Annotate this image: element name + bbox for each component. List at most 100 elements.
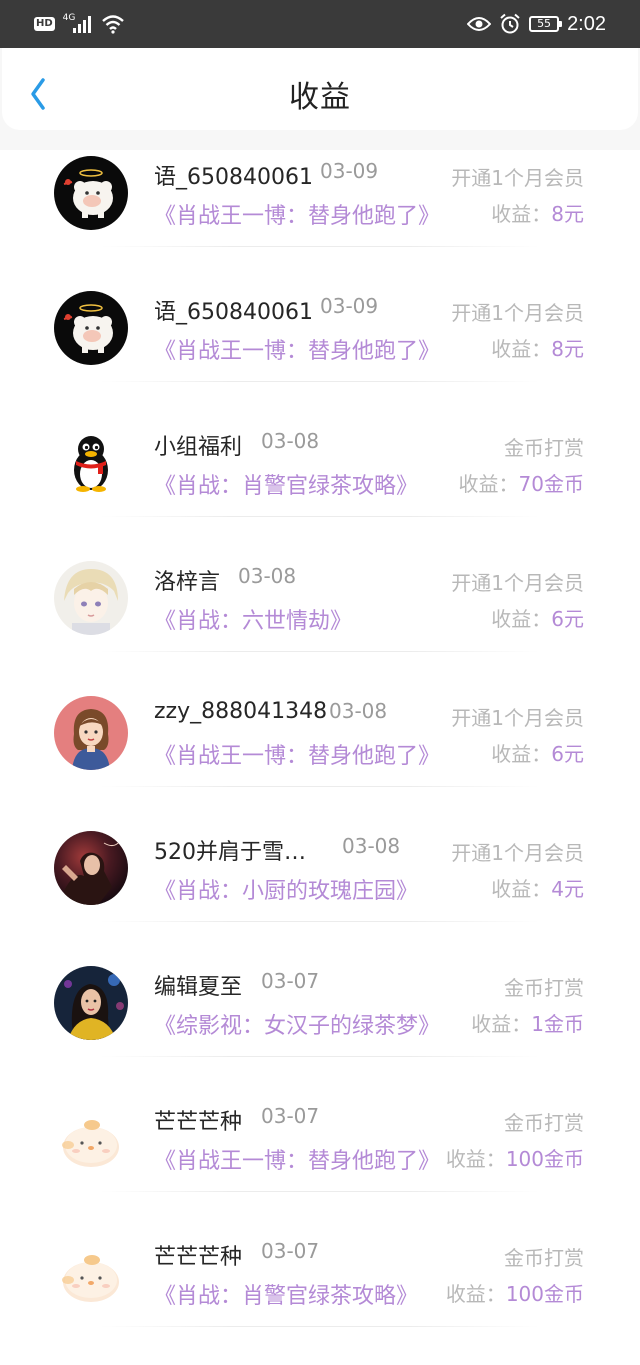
earning-value: 1金币 <box>531 1012 584 1036</box>
user-name: 编辑夏至 <box>154 975 243 1000</box>
list-item[interactable]: 芒芒芒种 03-07 《肖战：肖警官绿茶攻略》 金币打赏收益：100金币 <box>0 1230 640 1365</box>
transaction-type: 金币打赏 <box>504 976 584 1000</box>
avatar[interactable] <box>54 291 128 365</box>
wifi-icon <box>102 15 125 34</box>
avatar[interactable] <box>54 1101 128 1175</box>
record-date: 03-09 <box>320 159 379 183</box>
record-date: 03-07 <box>261 1239 320 1263</box>
transaction-type: 开通1个月会员 <box>451 706 584 730</box>
divider <box>100 381 540 382</box>
transaction-type: 金币打赏 <box>504 1246 584 1270</box>
book-title[interactable]: 《肖战王一博：替身他跑了》 <box>154 198 440 230</box>
earning-label: 收益： <box>471 1012 532 1036</box>
header: 收益 <box>2 48 638 130</box>
divider <box>100 921 540 922</box>
page-title: 收益 <box>289 80 351 115</box>
divider <box>100 786 540 787</box>
book-title[interactable]: 《综影视：女汉子的绿茶梦》 <box>154 1008 440 1040</box>
network-type: 4G <box>62 13 76 23</box>
clock: 2:02 <box>567 12 606 35</box>
earning-label: 收益： <box>445 1282 506 1306</box>
earning-value: 100金币 <box>505 1282 584 1306</box>
record-date: 03-08 <box>238 564 297 588</box>
earning-label: 收益： <box>491 202 552 226</box>
transaction-type: 开通1个月会员 <box>451 166 584 190</box>
earning: 收益：8元 <box>491 198 584 227</box>
user-name: 520并肩于雪… <box>154 840 306 865</box>
list-item[interactable]: 洛梓言 03-08 《肖战：六世情劫》 开通1个月会员收益：6元 <box>0 555 640 690</box>
divider <box>100 516 540 517</box>
book-title[interactable]: 《肖战：肖警官绿茶攻略》 <box>154 468 418 500</box>
record-date: 03-09 <box>320 294 379 318</box>
transaction-type: 开通1个月会员 <box>451 571 584 595</box>
divider <box>100 246 540 247</box>
list-item[interactable]: 520并肩于雪… 03-08 《肖战：小厨的玫瑰庄园》 开通1个月会员收益：4元 <box>0 825 640 960</box>
earning-value: 4元 <box>551 877 584 901</box>
book-title[interactable]: 《肖战：六世情劫》 <box>154 603 352 635</box>
transaction-type: 开通1个月会员 <box>451 301 584 325</box>
earning-label: 收益： <box>445 1147 506 1171</box>
book-title[interactable]: 《肖战王一博：替身他跑了》 <box>154 1143 440 1175</box>
earning-value: 6元 <box>551 742 584 766</box>
earning-value: 8元 <box>551 337 584 361</box>
user-name: 语_650840061 <box>154 300 313 325</box>
record-date: 03-08 <box>342 834 401 858</box>
status-bar: HD 4G 55 2:02 <box>0 0 640 48</box>
avatar[interactable] <box>54 426 128 500</box>
avatar[interactable] <box>54 966 128 1040</box>
book-title[interactable]: 《肖战：小厨的玫瑰庄园》 <box>154 873 418 905</box>
signal-icon <box>73 16 92 33</box>
earning-value: 6元 <box>551 607 584 631</box>
earning-label: 收益： <box>458 472 519 496</box>
record-date: 03-07 <box>261 969 320 993</box>
earning: 收益：1金币 <box>471 1008 584 1037</box>
list-item[interactable]: 语_650840061 03-09 《肖战王一博：替身他跑了》 开通1个月会员收益：8… <box>0 285 640 420</box>
earning-value: 70金币 <box>518 472 584 496</box>
earning: 收益：70金币 <box>459 468 584 497</box>
earning: 收益：4元 <box>491 873 584 902</box>
avatar[interactable] <box>54 831 128 905</box>
battery-icon: 55 <box>529 16 563 32</box>
earning-label: 收益： <box>491 607 552 631</box>
list-item[interactable]: 芒芒芒种 03-07 《肖战王一博：替身他跑了》 金币打赏收益：100金币 <box>0 1095 640 1230</box>
user-name: 芒芒芒种 <box>154 1245 243 1270</box>
earning: 收益：8元 <box>491 333 584 362</box>
list-item[interactable]: 语_650840061 03-09 《肖战王一博：替身他跑了》 开通1个月会员收益：8… <box>0 150 640 285</box>
book-title[interactable]: 《肖战王一博：替身他跑了》 <box>154 738 440 770</box>
transaction-type: 开通1个月会员 <box>451 841 584 865</box>
record-date: 03-07 <box>261 1104 320 1128</box>
avatar[interactable] <box>54 561 128 635</box>
avatar[interactable] <box>54 1236 128 1310</box>
list-item[interactable]: 小组福利 03-08 《肖战：肖警官绿茶攻略》 金币打赏收益：70金币 <box>0 420 640 555</box>
list-item[interactable]: zzy_888041348 03-08 《肖战王一博：替身他跑了》 开通1个月会员收益… <box>0 690 640 825</box>
list-item[interactable]: 编辑夏至 03-07 《综影视：女汉子的绿茶梦》 金币打赏收益：1金币 <box>0 960 640 1095</box>
user-name: zzy_888041348 <box>154 699 328 724</box>
earning: 收益：6元 <box>491 738 584 767</box>
earning-label: 收益： <box>491 337 552 361</box>
hd-badge: HD <box>34 17 55 31</box>
divider <box>100 1056 540 1057</box>
avatar[interactable] <box>54 156 128 230</box>
divider <box>100 1191 540 1192</box>
record-date: 03-08 <box>261 429 320 453</box>
earning-label: 收益： <box>491 877 552 901</box>
earning: 收益：100金币 <box>446 1143 584 1172</box>
book-title[interactable]: 《肖战：肖警官绿茶攻略》 <box>154 1278 418 1310</box>
earning: 收益：6元 <box>491 603 584 632</box>
user-name: 芒芒芒种 <box>154 1110 243 1135</box>
avatar[interactable] <box>54 696 128 770</box>
alarm-icon <box>500 13 520 34</box>
divider <box>100 1326 540 1327</box>
transaction-type: 金币打赏 <box>504 436 584 460</box>
record-date: 03-08 <box>329 699 388 723</box>
earnings-list: 语_650840061 03-09 《肖战王一博：替身他跑了》 开通1个月会员 收益：8… <box>0 150 640 1365</box>
user-name: 洛梓言 <box>154 570 221 595</box>
earning-value: 100金币 <box>505 1147 584 1171</box>
eye-icon <box>467 17 492 31</box>
user-name: 小组福利 <box>154 435 243 460</box>
transaction-type: 金币打赏 <box>504 1111 584 1135</box>
earning-label: 收益： <box>491 742 552 766</box>
user-name: 语_650840061 <box>154 165 313 190</box>
book-title[interactable]: 《肖战王一博：替身他跑了》 <box>154 333 440 365</box>
earning-value: 8元 <box>551 202 584 226</box>
